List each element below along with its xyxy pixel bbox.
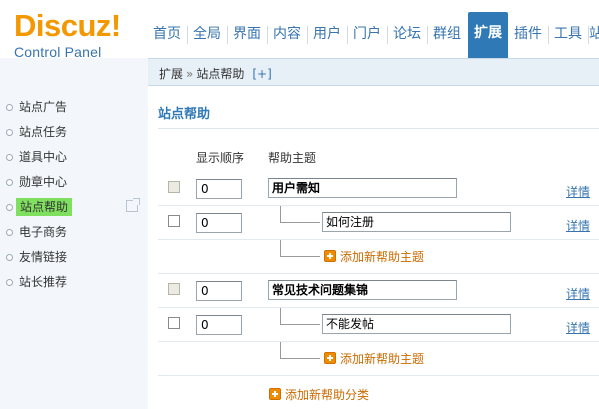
- tree-line: [280, 256, 320, 257]
- topic-name-input[interactable]: 不能发帖: [322, 314, 511, 334]
- nav-global[interactable]: 全局: [188, 22, 226, 46]
- row-checkbox[interactable]: [168, 215, 180, 227]
- bullet-icon: [6, 104, 13, 111]
- category-name-input[interactable]: 常见技术问题集锦: [268, 280, 457, 300]
- sidebar-item-help[interactable]: 站点帮助: [0, 196, 148, 218]
- details-link[interactable]: 详情: [566, 319, 590, 336]
- sidebar-item-label: 站长推荐: [19, 275, 68, 289]
- nav-forum[interactable]: 论坛: [388, 22, 426, 46]
- nav-tools[interactable]: 工具: [549, 22, 587, 46]
- bullet-icon: [6, 129, 13, 136]
- breadcrumb-separator: »: [186, 67, 194, 81]
- open-new-window-icon[interactable]: [126, 198, 140, 212]
- breadcrumb-parent[interactable]: 扩展: [159, 67, 183, 81]
- plus-icon: [269, 388, 281, 400]
- sidebar-item-tasks[interactable]: 站点任务: [0, 121, 148, 143]
- plus-icon: [324, 352, 336, 364]
- order-input[interactable]: 0: [196, 281, 242, 301]
- add-topic-row: 添加新帮助主题: [148, 342, 599, 376]
- table-row: 0 不能发帖 详情: [148, 308, 599, 342]
- main-content: 站点帮助 显示顺序 帮助主题 0 用户需知 详情 0 如何注册 详情 添加新帮助…: [148, 86, 599, 409]
- nav-plugins[interactable]: 插件: [509, 22, 547, 46]
- bullet-icon: [6, 154, 13, 161]
- details-link[interactable]: 详情: [566, 217, 590, 234]
- sidebar-item-label: 站点任务: [19, 125, 68, 139]
- order-input[interactable]: 0: [196, 179, 242, 199]
- tree-line: [280, 358, 320, 359]
- sidebar-item-ads[interactable]: 站点广告: [0, 96, 148, 118]
- column-header-topic: 帮助主题: [268, 151, 317, 165]
- tree-line: [280, 308, 281, 325]
- breadcrumb-bar: 扩展» 站点帮助 [+]: [148, 58, 599, 86]
- table-row: 0 如何注册 详情: [148, 206, 599, 240]
- sidebar-item-magic[interactable]: 道具中心: [0, 146, 148, 168]
- topic-name-input[interactable]: 如何注册: [322, 212, 511, 232]
- breadcrumb-current: 站点帮助: [196, 67, 245, 81]
- bullet-icon: [6, 229, 13, 236]
- row-checkbox: [168, 283, 180, 295]
- sidebar-item-label: 道具中心: [19, 150, 68, 164]
- tree-line: [280, 222, 320, 223]
- tree-line: [280, 342, 281, 359]
- nav-extensions[interactable]: 扩展: [468, 12, 508, 58]
- nav-portal[interactable]: 门户: [348, 22, 386, 46]
- bullet-icon: [6, 179, 13, 186]
- sidebar-item-medals[interactable]: 勋章中心: [0, 171, 148, 193]
- tree-line: [280, 206, 281, 223]
- order-input[interactable]: 0: [196, 315, 242, 335]
- sidebar-item-recommend[interactable]: 站长推荐: [0, 271, 148, 293]
- details-link[interactable]: 详情: [566, 285, 590, 302]
- row-checkbox[interactable]: [168, 317, 180, 329]
- add-topic-row: 添加新帮助主题: [148, 240, 599, 274]
- plus-icon: [324, 250, 336, 262]
- nav-content[interactable]: 内容: [268, 22, 306, 46]
- bullet-icon: [6, 204, 13, 211]
- sidebar-item-links[interactable]: 友情链接: [0, 246, 148, 268]
- sidebar-item-label: 站点广告: [19, 100, 68, 114]
- add-topic-link[interactable]: 添加新帮助主题: [340, 250, 424, 264]
- tree-line: [280, 240, 281, 257]
- table-row: 0 用户需知 详情: [148, 172, 599, 206]
- add-category-link[interactable]: 添加新帮助分类: [285, 388, 369, 402]
- details-link[interactable]: 详情: [566, 183, 590, 200]
- sidebar-item-ecommerce[interactable]: 电子商务: [0, 221, 148, 243]
- table-row: 0 常见技术问题集锦 详情: [148, 274, 599, 308]
- logo[interactable]: Discuz! Control Panel: [14, 8, 121, 61]
- add-category-row: 添加新帮助分类: [148, 376, 599, 409]
- bullet-icon: [6, 254, 13, 261]
- order-input[interactable]: 0: [196, 213, 242, 233]
- header: Discuz! Control Panel 首页 全局 界面 内容 用户 门户 …: [0, 0, 599, 61]
- sidebar-item-label: 勋章中心: [19, 175, 68, 189]
- nav-home[interactable]: 首页: [148, 22, 186, 46]
- nav-groups[interactable]: 群组: [428, 22, 466, 46]
- sidebar: 站点广告 站点任务 道具中心 勋章中心 站点帮助 电子商务 友情链接 站长推荐: [0, 58, 148, 409]
- nav-users[interactable]: 用户: [308, 22, 346, 46]
- tree-line: [280, 324, 320, 325]
- sidebar-item-label: 站点帮助: [16, 198, 73, 216]
- nav-station[interactable]: 站: [589, 22, 599, 46]
- page-title: 站点帮助: [158, 107, 211, 122]
- category-name-input[interactable]: 用户需知: [268, 178, 457, 198]
- nav-interface[interactable]: 界面: [228, 22, 266, 46]
- bullet-icon: [6, 279, 13, 286]
- sidebar-item-label: 电子商务: [19, 225, 68, 239]
- add-topic-link[interactable]: 添加新帮助主题: [340, 352, 424, 366]
- breadcrumb: 扩展» 站点帮助 [+]: [159, 65, 272, 82]
- sidebar-item-label: 友情链接: [19, 250, 68, 264]
- divider: [158, 128, 599, 129]
- row-checkbox: [168, 181, 180, 193]
- column-header-order: 显示顺序: [196, 151, 245, 165]
- expand-toggle[interactable]: [+]: [252, 67, 271, 81]
- logo-text: Discuz!: [14, 8, 121, 43]
